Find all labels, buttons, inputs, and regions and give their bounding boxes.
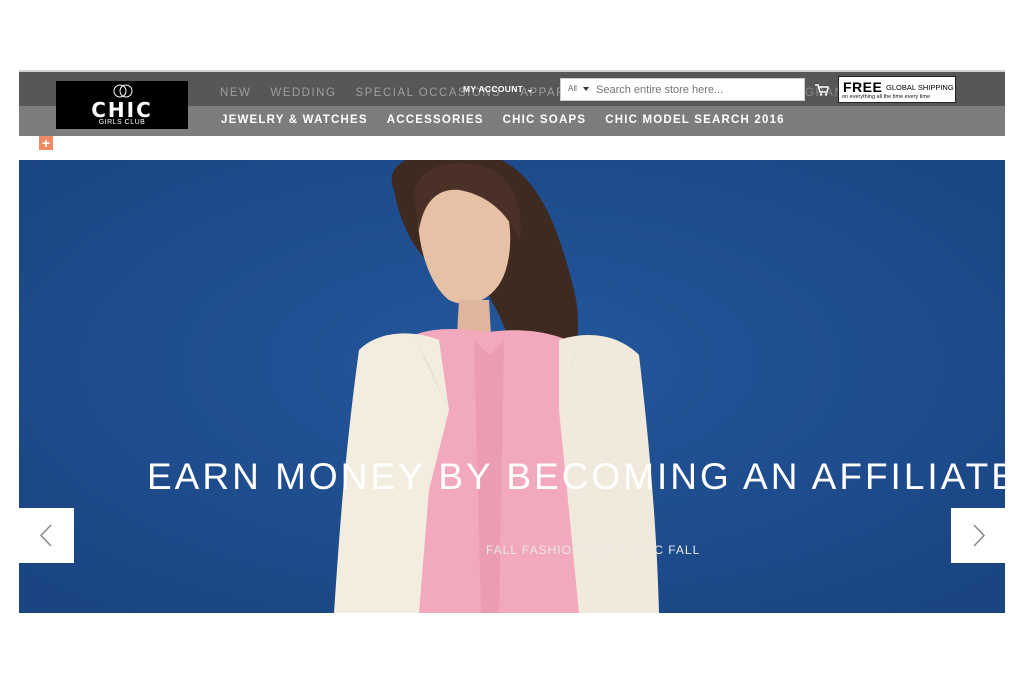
rings-icon: [113, 84, 133, 98]
site-header: CHIC GIRLS CLUB NEW WEDDING SPECIAL OCCA…: [19, 70, 1005, 136]
nav-item-chic-soaps[interactable]: CHIC SOAPS: [503, 114, 587, 126]
search-input[interactable]: [596, 82, 796, 97]
nav-item-jewelry-watches[interactable]: JEWELRY & WATCHES: [221, 114, 368, 126]
plus-icon[interactable]: +: [39, 136, 53, 150]
nav-item-accessories[interactable]: ACCESSORIES: [387, 114, 484, 126]
site-frame: CHIC GIRLS CLUB NEW WEDDING SPECIAL OCCA…: [19, 70, 1005, 613]
nav-item-wedding[interactable]: WEDDING: [270, 87, 336, 99]
nav-item-model-search[interactable]: CHIC MODEL SEARCH 2016: [605, 114, 785, 126]
search-bar: All: [560, 78, 805, 101]
chevron-down-icon: ⌄: [526, 84, 534, 94]
chevron-right-icon: [973, 524, 986, 547]
shipping-tagline: on everything all the time every time: [842, 94, 931, 100]
secondary-nav: JEWELRY & WATCHES ACCESSORIES CHIC SOAPS…: [221, 114, 785, 126]
chevron-left-icon: [39, 524, 52, 547]
caret-down-icon[interactable]: [583, 87, 589, 91]
hero-subline: FALL FASHION FOR A CHIC FALL: [486, 543, 701, 557]
my-account-label: MY ACCOUNT: [463, 84, 524, 94]
hero-headline: EARN MONEY BY BECOMING AN AFFILIATE: [147, 456, 1005, 497]
slider-next-button[interactable]: [951, 508, 1005, 563]
hero-slider: EARN MONEY BY BECOMING AN AFFILIATE FALL…: [19, 160, 1005, 613]
search-category[interactable]: All: [568, 84, 577, 93]
logo-subtitle: GIRLS CLUB: [98, 119, 146, 126]
nav-item-new[interactable]: NEW: [220, 87, 251, 99]
global-shipping-label: GLOBAL SHIPPING: [886, 83, 954, 92]
logo[interactable]: CHIC GIRLS CLUB: [56, 81, 188, 129]
cart-icon[interactable]: [815, 84, 829, 96]
my-account-menu[interactable]: MY ACCOUNT ⌄: [463, 84, 534, 95]
slider-prev-button[interactable]: [19, 508, 74, 563]
free-shipping-banner[interactable]: FREE GLOBAL SHIPPING on everything all t…: [838, 76, 956, 103]
free-label: FREE: [843, 79, 883, 95]
